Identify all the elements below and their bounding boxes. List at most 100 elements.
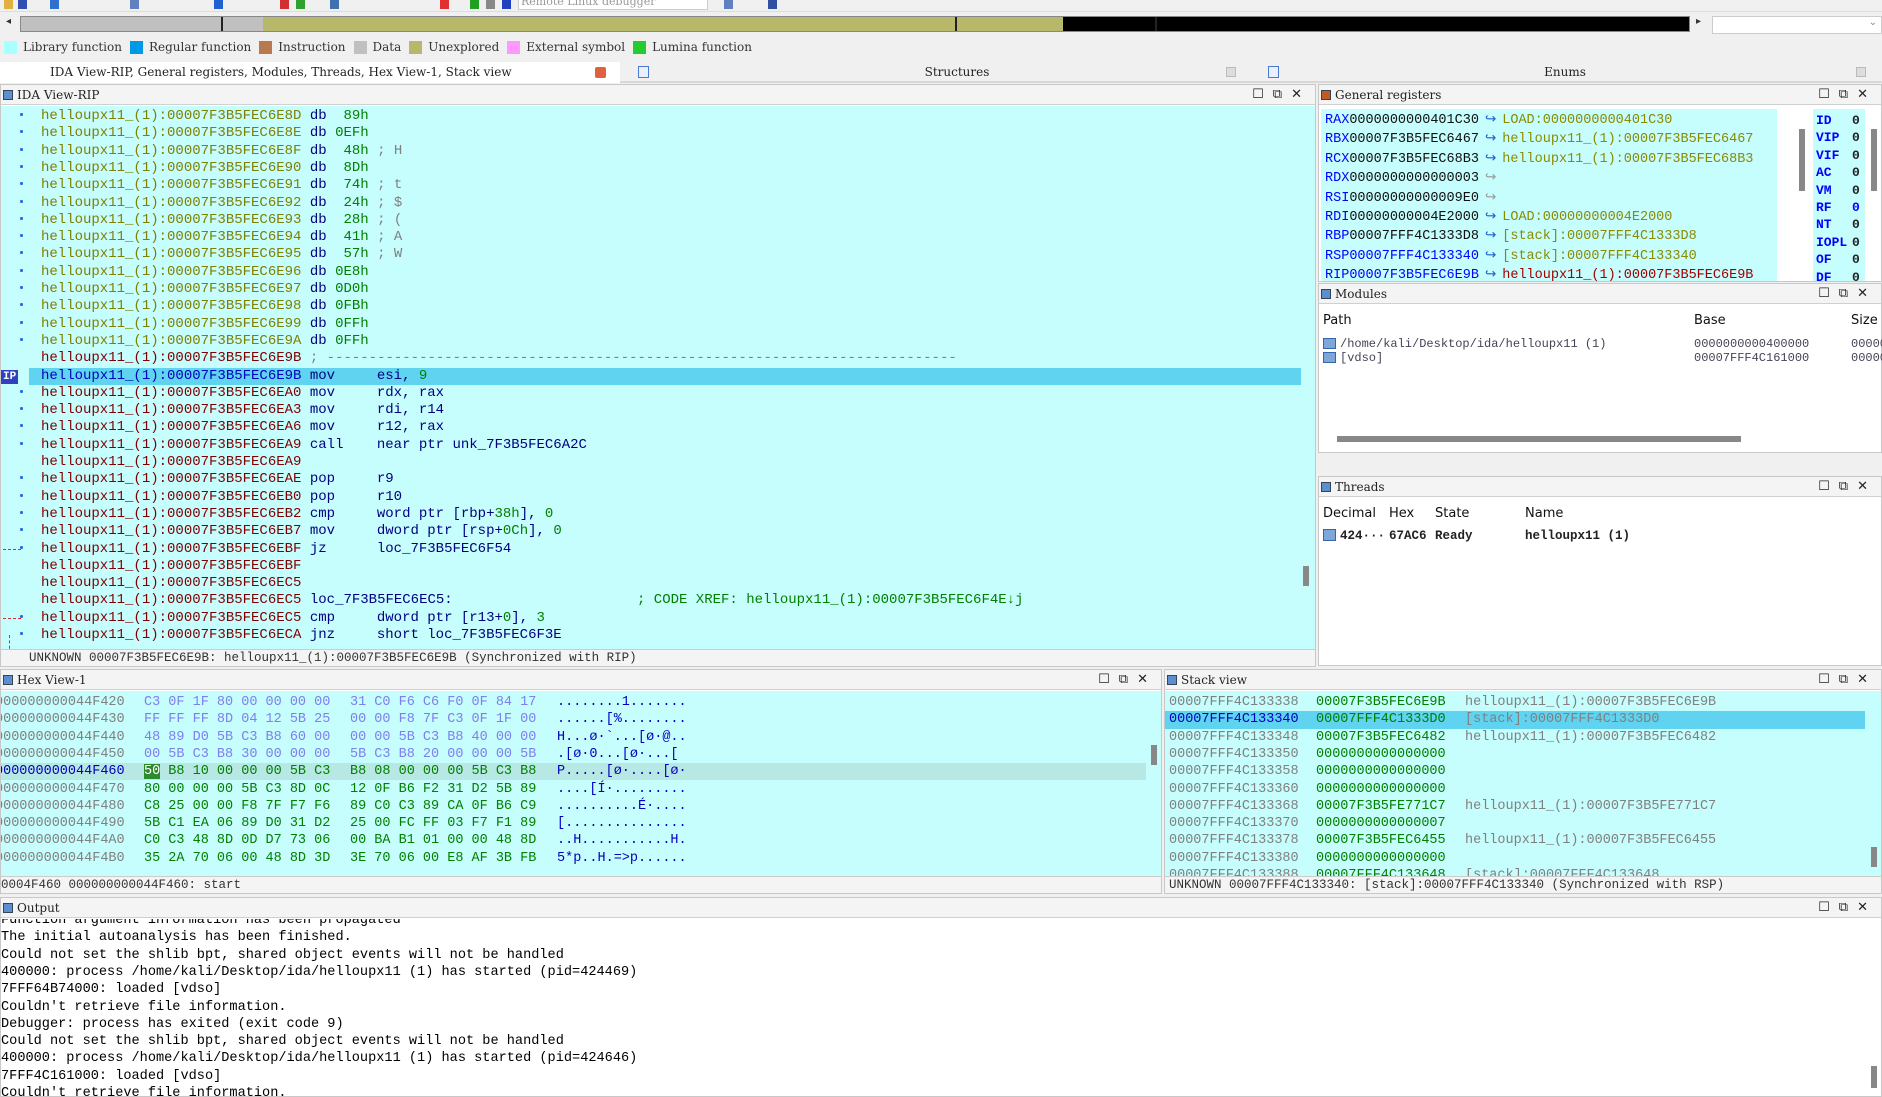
hex-ascii[interactable]: [............... bbox=[557, 815, 687, 832]
register-row[interactable]: RAX0000000000401C30 ↪ LOAD:0000000000401C3… bbox=[1325, 111, 1672, 130]
hex-bytes[interactable]: 12 0F B6 F2 31 D2 5B 89 bbox=[350, 781, 536, 798]
disasm-line[interactable]: helloupx11_(1):00007F3B5FEC6E8E db 0EFh bbox=[41, 125, 369, 142]
float-icon[interactable]: ⧉ bbox=[1839, 87, 1857, 102]
stop-icon[interactable] bbox=[502, 0, 511, 9]
flag-row[interactable]: OF 0 bbox=[1816, 251, 1860, 268]
flag-row[interactable]: ID 0 bbox=[1816, 112, 1860, 129]
register-row[interactable]: RCX00007F3B5FEC68B3 ↪ helloupx11_(1):00007… bbox=[1325, 150, 1753, 169]
tab-structures[interactable]: Structures bbox=[652, 62, 1262, 83]
stack-comment[interactable]: [stack]:00007FFF4C1333D0 bbox=[1465, 711, 1659, 728]
hex-bytes[interactable]: 5B C3 B8 20 00 00 00 5B bbox=[350, 746, 536, 763]
disasm-line[interactable]: helloupx11_(1):00007F3B5FEC6E9A db 0FFh bbox=[41, 333, 369, 350]
flag-value[interactable]: 0 bbox=[1852, 200, 1860, 215]
maximize-icon[interactable]: ☐ bbox=[1252, 87, 1273, 102]
register-row[interactable]: RSI00000000000009E0 ↪ bbox=[1325, 189, 1502, 208]
hex-bytes[interactable]: 5B C1 EA 06 89 D0 31 D2 bbox=[144, 815, 330, 832]
thread-row[interactable]: 424··· 67AC6 Ready helloupx11 (1) bbox=[1323, 529, 1723, 543]
column-header-hex[interactable]: Hex bbox=[1389, 506, 1414, 521]
hex-ascii[interactable]: ........1....... bbox=[557, 694, 687, 711]
flag-value[interactable]: 0 bbox=[1852, 113, 1860, 128]
register-row[interactable]: RIP00007F3B5FEC6E9B ↪ helloupx11_(1):00007… bbox=[1325, 266, 1753, 281]
flag-value[interactable]: 0 bbox=[1852, 270, 1860, 281]
disassembly-listing[interactable]: helloupx11_(1):00007F3B5FEC6E8D db 89h he… bbox=[1, 106, 1315, 649]
disasm-line[interactable]: helloupx11_(1):00007F3B5FEC6E90 db 8Dh bbox=[41, 160, 369, 177]
hex-bytes[interactable]: B8 08 00 00 00 5B C3 B8 bbox=[350, 763, 536, 780]
flag-row[interactable]: IOPL 0 bbox=[1816, 234, 1860, 251]
maximize-icon[interactable]: ☐ bbox=[1818, 672, 1839, 687]
register-row[interactable]: RDI00000000004E2000 ↪ LOAD:00000000004E200… bbox=[1325, 208, 1672, 227]
module-row[interactable]: [vdso] 00007FFF4C161000 00000 bbox=[1323, 351, 1882, 365]
stack-comment[interactable]: [stack]:00007FFF4C133648 bbox=[1465, 867, 1659, 876]
hex-bytes[interactable]: 00 5B C3 B8 30 00 00 00 bbox=[144, 746, 330, 763]
register-row[interactable]: RDX0000000000000003 ↪ bbox=[1325, 169, 1502, 188]
stack-address[interactable]: 00007FFF4C133360 bbox=[1169, 781, 1299, 798]
nav-left-arrow-icon[interactable]: ◂ bbox=[6, 16, 11, 28]
hex-bytes[interactable]: C8 25 00 00 F8 7F F7 F6 bbox=[144, 798, 330, 815]
hex-ascii[interactable]: H...ø·`...[ø·@.. bbox=[557, 729, 687, 746]
hex-bytes[interactable]: 89 C0 C3 89 CA 0F B6 C9 bbox=[350, 798, 536, 815]
disasm-line[interactable]: helloupx11_(1):00007F3B5FEC6ECA jnz short… bbox=[41, 627, 562, 644]
back-icon[interactable] bbox=[50, 0, 59, 9]
disasm-line[interactable]: helloupx11_(1):00007F3B5FEC6E94 db 41h ;… bbox=[41, 229, 402, 246]
float-icon[interactable]: ⧉ bbox=[1839, 900, 1857, 915]
open-icon[interactable] bbox=[4, 0, 13, 9]
run-icon[interactable] bbox=[296, 0, 305, 9]
flag-value[interactable]: 0 bbox=[1852, 148, 1860, 163]
disasm-line[interactable]: helloupx11_(1):00007F3B5FEC6EC5 loc_7F3B… bbox=[41, 592, 1023, 609]
register-value[interactable]: 0000000000401C30 bbox=[1349, 113, 1479, 128]
register-value[interactable]: 00007F3B5FEC6E9B bbox=[1349, 268, 1479, 281]
hex-bytes[interactable]: 00 00 5B C3 B8 40 00 00 bbox=[350, 729, 536, 746]
output-log[interactable]: Function argument information has been p… bbox=[1, 919, 1871, 1097]
vertical-scrollbar[interactable] bbox=[1799, 129, 1805, 191]
disasm-line[interactable]: helloupx11_(1):00007F3B5FEC6EBF jz loc_7F… bbox=[41, 541, 511, 558]
hex-bytes[interactable]: C0 C3 48 8D 0D D7 73 06 bbox=[144, 832, 330, 849]
stack-value[interactable]: 00007F3B5FEC6482 bbox=[1316, 729, 1446, 746]
stack-address[interactable]: 00007FFF4C133358 bbox=[1169, 763, 1299, 780]
register-target[interactable]: [stack]:00007FFF4C1333D8 bbox=[1502, 229, 1696, 244]
hex-bytes[interactable]: 25 00 FC FF 03 F7 F1 89 bbox=[350, 815, 536, 832]
hex-ascii[interactable]: P.....[ø·....[ø· bbox=[557, 763, 687, 780]
copy-icon[interactable] bbox=[130, 0, 139, 9]
register-target[interactable]: LOAD:00000000004E2000 bbox=[1502, 210, 1672, 225]
disasm-line[interactable]: helloupx11_(1):00007F3B5FEC6EC5 cmp dword… bbox=[41, 610, 545, 627]
hex-bytes[interactable]: 48 89 D0 5B C3 B8 60 00 bbox=[144, 729, 330, 746]
breakpoint-icon[interactable] bbox=[280, 0, 289, 9]
nav-right-arrow-icon[interactable]: ▸ bbox=[1696, 16, 1701, 28]
flag-row[interactable]: VIP 0 bbox=[1816, 129, 1860, 146]
float-icon[interactable]: ⧉ bbox=[1273, 87, 1291, 102]
disasm-line[interactable]: helloupx11_(1):00007F3B5FEC6EB2 cmp word … bbox=[41, 506, 553, 523]
disasm-line[interactable]: helloupx11_(1):00007F3B5FEC6EA3 mov rdi, … bbox=[41, 402, 444, 419]
vertical-scrollbar[interactable] bbox=[1151, 745, 1157, 765]
stack-value[interactable]: 0000000000000007 bbox=[1316, 815, 1446, 832]
stack-value[interactable]: 0000000000000000 bbox=[1316, 850, 1446, 867]
stack-address[interactable]: 00007FFF4C133338 bbox=[1169, 694, 1299, 711]
maximize-icon[interactable]: ☐ bbox=[1818, 286, 1839, 301]
column-header-path[interactable]: Path bbox=[1323, 313, 1352, 328]
disasm-line[interactable]: helloupx11_(1):00007F3B5FEC6E9B mov esi, … bbox=[41, 368, 427, 385]
float-icon[interactable]: ⧉ bbox=[1839, 672, 1857, 687]
close-icon[interactable]: ✕ bbox=[1857, 286, 1877, 301]
disasm-line[interactable]: helloupx11_(1):00007F3B5FEC6E8D db 89h bbox=[41, 108, 369, 125]
stack-address[interactable]: 00007FFF4C133380 bbox=[1169, 850, 1299, 867]
disasm-line[interactable]: helloupx11_(1):00007F3B5FEC6E96 db 0E8h bbox=[41, 264, 369, 281]
register-list[interactable]: RAX0000000000401C30 ↪ LOAD:0000000000401C3… bbox=[1321, 109, 1777, 281]
stack-comment[interactable]: helloupx11_(1):00007F3B5FEC6482 bbox=[1465, 729, 1716, 746]
hex-bytes[interactable]: 50 B8 10 00 00 00 5B C3 bbox=[144, 763, 330, 780]
disasm-line[interactable]: helloupx11_(1):00007F3B5FEC6EB0 pop r10 bbox=[41, 489, 402, 506]
disasm-line[interactable]: helloupx11_(1):00007F3B5FEC6E99 db 0FFh bbox=[41, 316, 369, 333]
hex-bytes[interactable]: 31 C0 F6 C6 F0 0F 84 17 bbox=[350, 694, 536, 711]
stack-address[interactable]: 00007FFF4C133340 bbox=[1169, 711, 1299, 728]
stack-value[interactable]: 00007FFF4C1333D0 bbox=[1316, 711, 1446, 728]
register-value[interactable]: 00000000004E2000 bbox=[1349, 210, 1479, 225]
stack-comment[interactable]: helloupx11_(1):00007F3B5FE771C7 bbox=[1465, 798, 1716, 815]
nav-segment-data[interactable] bbox=[21, 17, 263, 31]
flag-value[interactable]: 0 bbox=[1852, 217, 1860, 232]
hex-address[interactable]: 000000000044F430 bbox=[1, 711, 125, 728]
save-icon[interactable] bbox=[18, 0, 27, 9]
register-target[interactable]: LOAD:0000000000401C30 bbox=[1502, 113, 1672, 128]
stack-address[interactable]: 00007FFF4C133350 bbox=[1169, 746, 1299, 763]
close-tab-icon[interactable] bbox=[1856, 67, 1866, 77]
disasm-line[interactable]: helloupx11_(1):00007F3B5FEC6E95 db 57h ;… bbox=[41, 246, 402, 263]
hex-bytes[interactable]: 3E 70 06 00 E8 AF 3B FB bbox=[350, 850, 536, 867]
flag-value[interactable]: 0 bbox=[1852, 130, 1860, 145]
